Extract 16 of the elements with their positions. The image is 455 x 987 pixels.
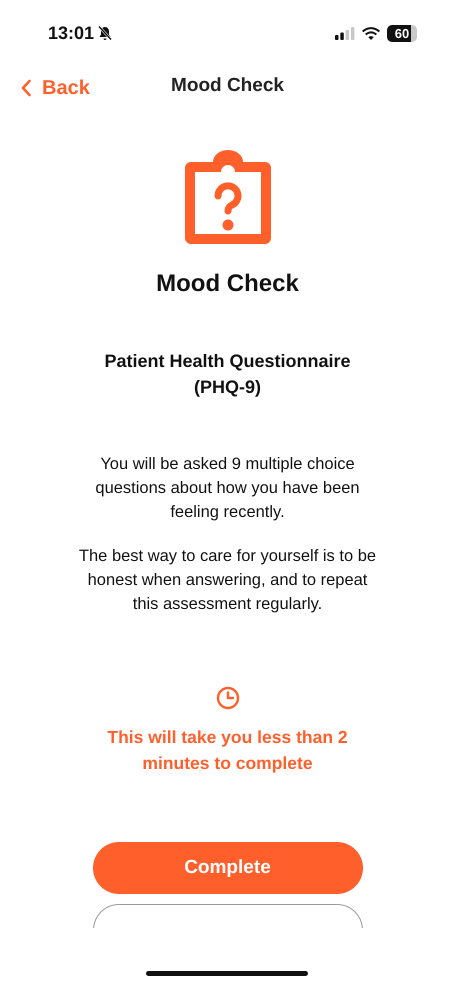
status-time: 13:01 — [48, 22, 94, 44]
clock-icon — [216, 686, 240, 710]
questionnaire-title: Patient Health Questionnaire (PHQ-9) — [103, 350, 352, 399]
clipboard-question-icon — [182, 150, 272, 246]
muted-bell-icon — [97, 25, 114, 41]
duration-note: This will take you less than 2 minutes to complete — [106, 726, 349, 775]
description-text: The best way to care for yourself is to be honest when answering, and to repeat this assessment regularly. — [78, 546, 378, 615]
wifi-icon — [362, 26, 380, 40]
battery-indicator: 60 — [387, 24, 417, 42]
chevron-left-icon — [20, 79, 32, 97]
nav-title: Mood Check — [171, 75, 284, 97]
back-button[interactable]: Back — [20, 76, 90, 100]
complete-button[interactable]: Complete — [92, 842, 362, 894]
signal-icon — [335, 26, 355, 40]
page-heading: Mood Check — [156, 270, 299, 298]
description-text: You will be asked 9 multiple choice questions about how you have been feeling recently. — [94, 454, 361, 523]
